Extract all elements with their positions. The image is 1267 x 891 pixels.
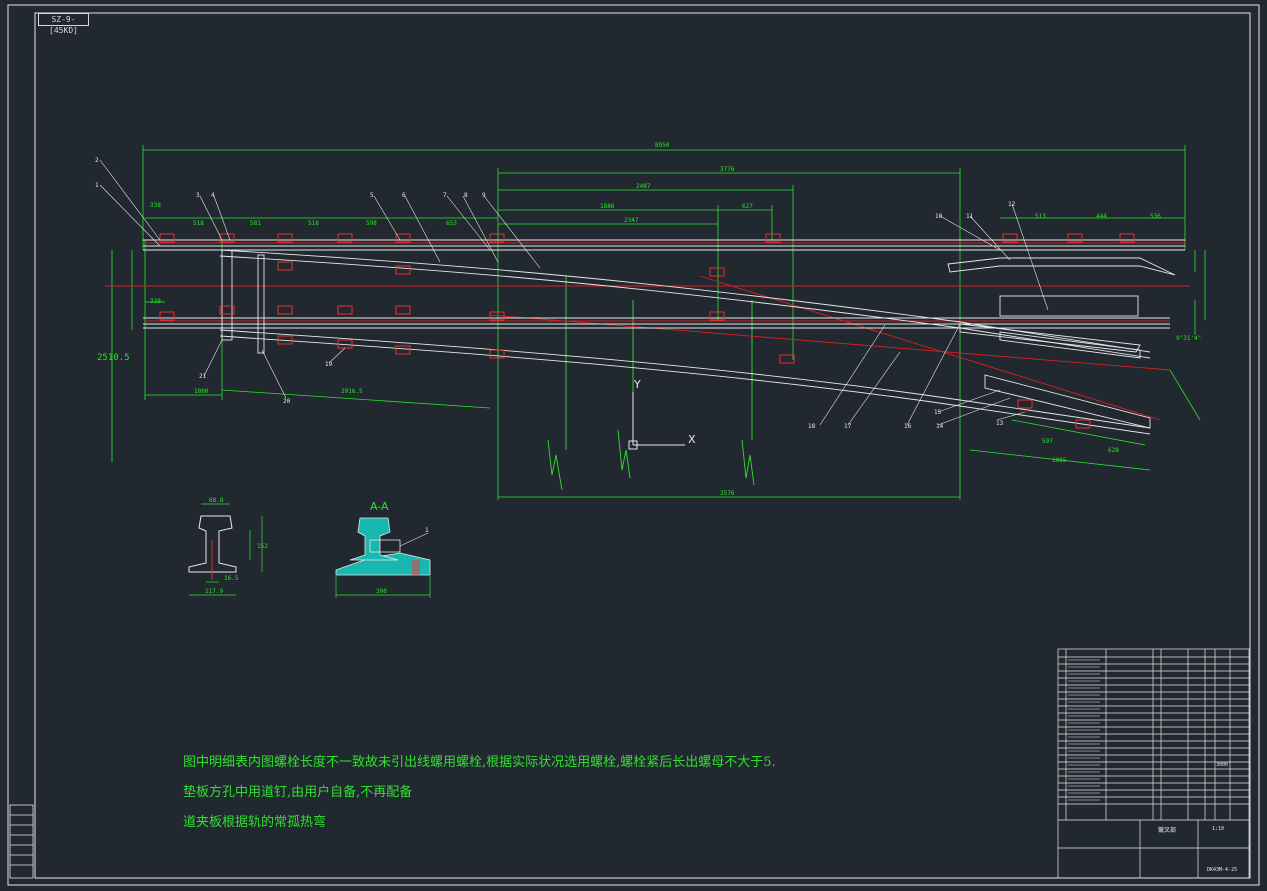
drawing-number: DK43M-4-25 — [1207, 867, 1237, 873]
dim-right-0: 513 — [1035, 213, 1046, 220]
ucs-icon — [628, 392, 685, 450]
dim-left-5: 653 — [446, 220, 457, 227]
tie-plates — [159, 233, 1135, 429]
section-aa-callout: 1 — [425, 527, 429, 534]
callout-21: 21 — [199, 373, 207, 380]
dim-bottom: 3576 — [720, 490, 735, 497]
section-texts: 68.8 152 16.5 117.9 300 1 — [205, 497, 429, 595]
dim-right-lower-2: 1865 — [1052, 457, 1067, 464]
dim-upper-3: 1886 — [600, 203, 615, 210]
dimension-texts: 8950 3776 2487 1886 2347 627 338 518 581… — [97, 142, 1201, 497]
dim-right-2: 536 — [1150, 213, 1161, 220]
rail-height-dim: 152 — [257, 543, 268, 550]
title-block-texts: 辙叉部 1:10 DK43M-4-25 3000 — [1158, 762, 1237, 873]
dim-overall: 8950 — [655, 142, 670, 149]
callout-14: 14 — [936, 423, 944, 430]
dim-left-1: 518 — [193, 220, 204, 227]
callout-leaders — [99, 159, 1049, 426]
callout-12: 12 — [1008, 201, 1016, 208]
callout-8: 8 — [464, 192, 468, 199]
callout-3: 3 — [196, 192, 200, 199]
note-1: 图中明细表内图螺栓长度不一致故未引出线螺用螺栓,根据实际状况选用螺栓,螺栓紧后长… — [183, 755, 776, 770]
weight: 3000 — [1216, 762, 1228, 768]
dim-upper-5: 627 — [742, 203, 753, 210]
break-lines — [547, 276, 755, 491]
note-2: 垫板方孔中用道钉,由用户自备,不再配备 — [183, 785, 413, 800]
drawing-notes: 图中明细表内图螺栓长度不一致故未引出线螺用螺栓,根据实际状况选用螺栓,螺栓紧后长… — [183, 748, 776, 838]
part-name: 辙叉部 — [1158, 826, 1176, 834]
callout-17: 17 — [844, 423, 852, 430]
dim-base: 1800 — [194, 388, 209, 395]
sheet-tag: SZ-9-[45KD] — [38, 13, 89, 35]
callout-10: 10 — [935, 213, 943, 220]
callout-11: 11 — [966, 213, 974, 220]
dim-upper-2: 2487 — [636, 183, 651, 190]
rails — [143, 239, 1185, 435]
callout-2: 2 — [95, 157, 99, 164]
callout-1: 1 — [95, 182, 99, 189]
cad-viewport[interactable]: 8950 3776 2487 1886 2347 627 338 518 581… — [0, 0, 1267, 891]
callout-15: 15 — [934, 409, 942, 416]
rail-base-dim: 117.9 — [205, 588, 223, 595]
callout-16: 16 — [904, 423, 912, 430]
dim-left-0: 338 — [150, 202, 161, 209]
ucs-x-label: X — [688, 433, 696, 446]
dim-upper-1: 3776 — [720, 166, 735, 173]
callout-20: 20 — [283, 398, 291, 405]
scale: 1:10 — [1212, 826, 1224, 832]
callout-5: 5 — [370, 192, 374, 199]
dim-left-4: 598 — [366, 220, 377, 227]
dim-lower-left: 338 — [150, 298, 161, 305]
section-aa-title: A-A — [370, 500, 389, 513]
callout-13: 13 — [996, 420, 1004, 427]
dim-gauge: 2510.5 — [97, 353, 130, 363]
callout-7: 7 — [443, 192, 447, 199]
callout-18: 18 — [808, 423, 816, 430]
dim-right-1: 444 — [1096, 213, 1107, 220]
section-aa-width: 300 — [376, 588, 387, 595]
ucs-y-label: Y — [633, 378, 641, 391]
dim-angle: 9°31'4" — [1176, 335, 1201, 342]
dim-left-2: 581 — [250, 220, 261, 227]
dim-right-lower-3: 628 — [1108, 447, 1119, 454]
dim-left-3: 518 — [308, 220, 319, 227]
callout-9: 9 — [482, 192, 486, 199]
note-3: 道夹板根据轨的常孤热弯 — [183, 815, 327, 830]
section-aa — [335, 517, 431, 598]
callout-6: 6 — [402, 192, 406, 199]
rail-web-dim: 16.5 — [224, 575, 239, 582]
dim-lower-offset: 2916.5 — [341, 388, 363, 395]
dim-right-lower-1: 597 — [1042, 438, 1053, 445]
callout-4: 4 — [211, 192, 215, 199]
dimension-lines — [111, 145, 1206, 500]
dim-upper-4: 2347 — [624, 217, 639, 224]
rail-head-dim: 68.8 — [209, 497, 224, 504]
revision-block — [9, 804, 34, 879]
callout-19: 19 — [325, 361, 333, 368]
